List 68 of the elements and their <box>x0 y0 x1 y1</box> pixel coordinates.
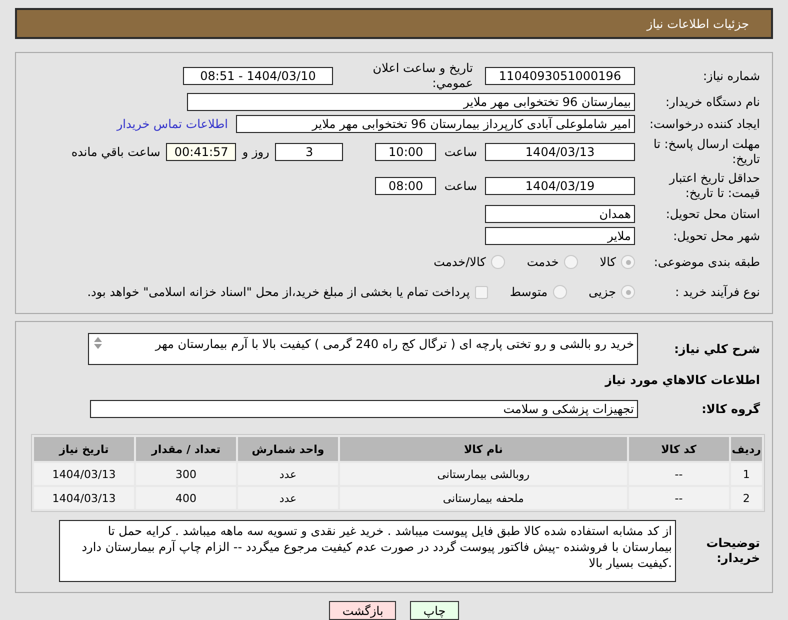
time-label: ساعت <box>444 145 477 159</box>
remaining-label: ساعت باقي مانده <box>71 145 160 159</box>
table-cell: 1 <box>730 463 762 485</box>
text-field[interactable]: امیر شاملوعلی آبادی کارپرداز بیمارستان 96 تختخوابی مهر ملایر <box>236 115 635 133</box>
time-label: ساعت <box>444 179 477 193</box>
print-button[interactable]: چاپ <box>410 601 459 620</box>
description-textarea[interactable]: خرید رو بالشی و رو تختی پارچه ای ( ترگال کج راه 240 گرمی ) کیفیت بالا با آرم بیمارستان مهر <box>88 333 638 365</box>
table-cell: -- <box>628 487 729 509</box>
field-label: مهلت ارسال پاسخ: تا تاریخ: <box>652 137 761 167</box>
column-header: واحد شمارش <box>238 437 338 461</box>
field-label: حداقل تاریخ اعتبار قیمت: تا تاریخ: <box>668 171 761 201</box>
radio-button[interactable] <box>490 255 505 269</box>
table-cell: روبالشی بیمارستانی <box>340 463 627 485</box>
option-label: خدمت <box>526 255 559 269</box>
column-header: تعداد / مقدار <box>136 437 236 461</box>
table-cell: 1404/03/13 <box>34 487 134 509</box>
text-field[interactable]: ملایر <box>485 227 635 245</box>
text-field[interactable]: 3 <box>275 143 344 161</box>
table-cell: 400 <box>136 487 236 509</box>
option-label: متوسط <box>510 285 548 299</box>
column-header: نام کالا <box>340 437 627 461</box>
table-cell: عدد <box>238 463 338 485</box>
page-header: جزئیات اطلاعات نیاز <box>15 8 773 39</box>
table-cell: 2 <box>730 487 762 509</box>
radio-button[interactable] <box>552 285 567 299</box>
checkbox-label: پرداخت تمام یا بخشی از مبلغ خرید،از محل "اسناد خزانه اسلامی" خواهد بود. <box>87 285 470 299</box>
notes-textarea[interactable]: از کد مشابه استفاده شده کالا طبق فایل پیوست میباشد . خرید غیر نقدی و تسویه سه ماهه میباشد . کرایه حمل تا بیمارستان با فروشنده -پیش فاکتور پیوست گردد در صورت عدم کیفیت مرجوع میگردد -- الزام چاپ آرم بیمارستان دارد .کیفیت بسیار بالا <box>59 520 676 582</box>
radio-button[interactable] <box>621 255 635 269</box>
table-cell: عدد <box>238 487 338 509</box>
field-label: ایجاد کننده درخواست: <box>648 116 761 132</box>
field-label: شرح کلي نیاز: <box>673 342 761 356</box>
option-label: کالا/خدمت <box>434 255 486 269</box>
table-cell: -- <box>628 463 729 485</box>
text-field[interactable]: 1404/03/10 - 08:51 <box>183 67 333 85</box>
field-label: گروه کالا: <box>700 402 761 416</box>
field-label: استان محل تحویل: <box>664 206 761 222</box>
column-header: ردیف <box>730 437 762 461</box>
radio-button[interactable] <box>621 285 635 299</box>
text-field[interactable]: 1404/03/13 <box>485 143 635 161</box>
section-title: اطلاعات کالاهاي مورد نیاز <box>604 372 761 388</box>
field-label: تاریخ و ساعت اعلان عمومي: <box>372 61 474 91</box>
field-label: شهر محل تحویل: <box>672 228 761 244</box>
scroll-arrows-icon <box>93 336 103 350</box>
countdown-field[interactable]: 00:41:57 <box>166 143 236 161</box>
text-field[interactable]: بیمارستان 96 تختخوابی مهر ملایر <box>187 93 635 111</box>
radio-button[interactable] <box>564 255 578 269</box>
text-field[interactable]: تجهیزات پزشکی و سلامت <box>90 400 638 418</box>
field-label: توضیحات خریدار: <box>705 536 761 566</box>
option-label: جزیی <box>588 285 616 299</box>
table-cell: 1404/03/13 <box>34 463 134 485</box>
text-field[interactable]: 1104093051000196 <box>485 67 635 85</box>
back-button[interactable]: بازگشت <box>329 601 396 620</box>
table-cell: 300 <box>136 463 236 485</box>
field-label: شماره نیاز: <box>702 68 761 84</box>
text-field[interactable]: همدان <box>485 205 635 223</box>
field-label: نوع فرآیند خرید : <box>674 284 761 300</box>
text-field[interactable]: 08:00 <box>375 177 436 195</box>
column-header: کد کالا <box>628 437 729 461</box>
text-field[interactable]: 1404/03/19 <box>485 177 635 195</box>
column-header: تاریخ نیاز <box>34 437 134 461</box>
checkbox[interactable] <box>474 286 488 298</box>
field-label: نام دستگاه خریدار: <box>664 94 761 110</box>
option-label: کالا <box>600 255 616 269</box>
days-label: روز و <box>242 145 270 159</box>
field-label: طبقه بندی موضوعی: <box>652 254 761 270</box>
text-field[interactable]: 10:00 <box>375 143 436 161</box>
table-cell: ملحفه بیمارستانی <box>340 487 627 509</box>
contact-link[interactable]: اطلاعات تماس خریدار <box>116 117 228 131</box>
